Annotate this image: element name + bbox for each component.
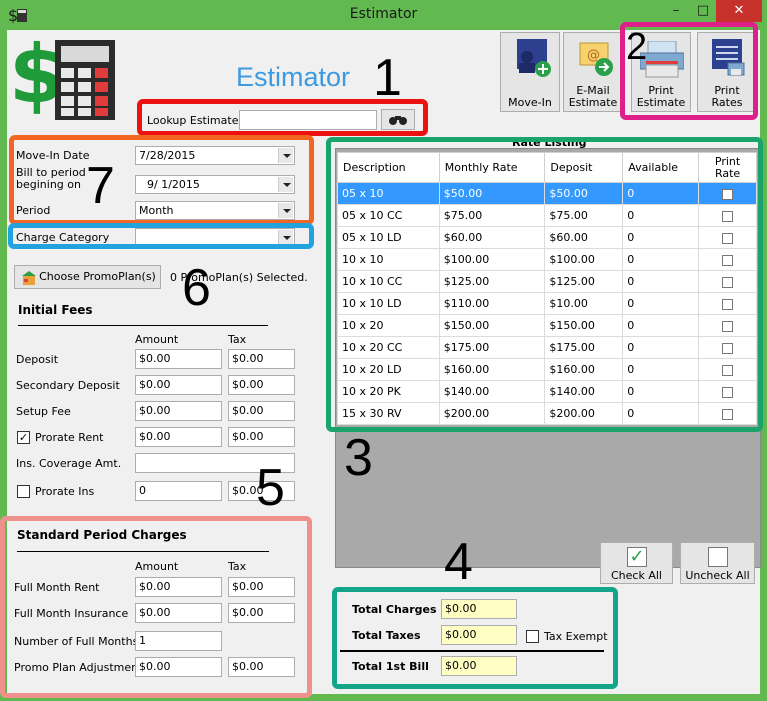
promo-icon [22, 271, 36, 285]
setup-fee-label: Setup Fee [16, 405, 71, 418]
annotation-number-2: 2 [626, 26, 648, 68]
annotation-number-4: 4 [444, 533, 473, 591]
email-label-line2: Estimate [568, 96, 618, 109]
email-estimate-button[interactable]: @ E-Mail Estimate [563, 32, 623, 112]
prorate-ins-amount-input[interactable]: 0 [135, 481, 222, 501]
prorate-rent-checkbox[interactable]: ✓ [17, 431, 30, 444]
prorate-rent-amount-input[interactable]: $0.00 [135, 427, 222, 447]
uncheck-all-button[interactable]: Uncheck All [680, 542, 755, 584]
move-in-label: Move-In [508, 96, 552, 109]
prorate-rent-label: Prorate Rent [35, 431, 104, 444]
setup-fee-tax-input[interactable]: $0.00 [228, 401, 295, 421]
prorate-ins-label: Prorate Ins [35, 485, 95, 498]
choose-promoplan-label: Choose PromoPlan(s) [39, 270, 156, 283]
prorate-ins-checkbox[interactable] [17, 485, 30, 498]
deposit-tax-input[interactable]: $0.00 [228, 349, 295, 369]
close-button[interactable]: ✕ [716, 0, 762, 22]
uncheck-all-label: Uncheck All [685, 569, 750, 582]
secondary-deposit-tax-input[interactable]: $0.00 [228, 375, 295, 395]
check-icon: ✓ [627, 547, 647, 567]
window-title: Estimator [349, 6, 418, 22]
annotation-number-5: 5 [256, 459, 285, 517]
coverage-amount-label: Ins. Coverage Amt. [16, 457, 122, 470]
secondary-deposit-amount-input[interactable]: $0.00 [135, 375, 222, 395]
annotation-number-7: 7 [86, 157, 115, 215]
annotation-box-charge-category [8, 223, 314, 249]
maximize-button[interactable]: □ [690, 0, 716, 22]
choose-promoplan-button[interactable]: Choose PromoPlan(s) [14, 265, 161, 289]
annotation-number-6: 6 [182, 259, 211, 317]
secondary-deposit-label: Secondary Deposit [16, 379, 120, 392]
initial-amount-header: Amount [135, 333, 179, 346]
setup-fee-amount-input[interactable]: $0.00 [135, 401, 222, 421]
move-in-button[interactable]: Move-In [500, 32, 560, 112]
move-in-icon [517, 39, 551, 77]
page-title: Estimator [236, 62, 351, 92]
annotation-number-3: 3 [344, 429, 373, 487]
annotation-box-3 [326, 137, 763, 432]
initial-fees-heading: Initial Fees [18, 303, 93, 317]
check-all-label: Check All [611, 569, 662, 582]
deposit-amount-input[interactable]: $0.00 [135, 349, 222, 369]
annotation-box-4 [332, 587, 618, 689]
email-icon: @ [579, 42, 613, 76]
estimator-window: $ Estimator – □ ✕ $ Estimator Move-In @ … [0, 0, 767, 701]
prorate-rent-tax-input[interactable]: $0.00 [228, 427, 295, 447]
empty-checkbox-icon [708, 547, 728, 567]
logo: $ [9, 28, 129, 124]
annotation-box-5 [0, 516, 312, 698]
minimize-button[interactable]: – [663, 0, 689, 22]
calculator-icon [55, 40, 115, 120]
initial-tax-header: Tax [228, 333, 247, 346]
deposit-label: Deposit [16, 353, 59, 366]
check-all-button[interactable]: ✓ Check All [600, 542, 673, 584]
annotation-box-7 [9, 135, 314, 225]
annotation-number-1: 1 [373, 49, 402, 107]
initial-fees-divider [18, 325, 268, 326]
